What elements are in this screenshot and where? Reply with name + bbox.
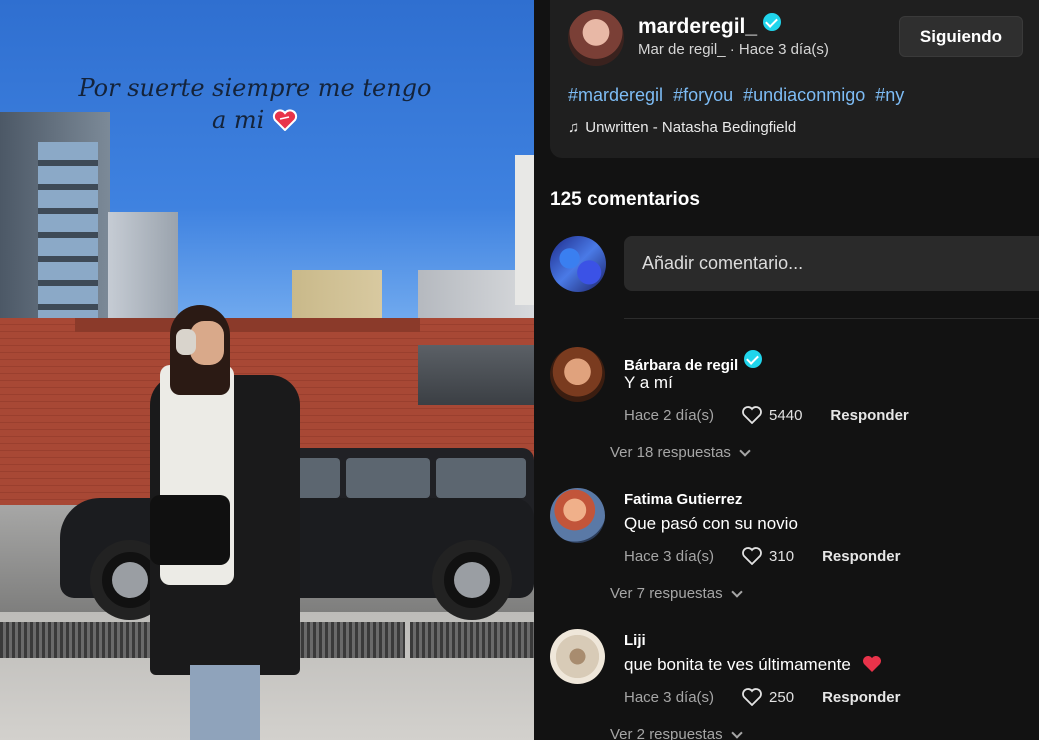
commenter-username[interactable]: Bárbara de regil [624, 350, 763, 374]
heart-outline-icon [742, 406, 762, 424]
following-button[interactable]: Siguiendo [899, 16, 1023, 57]
video-player[interactable]: Por suerte siempre me tengo a mi [0, 0, 534, 740]
like-button[interactable]: 250 [742, 688, 794, 706]
commenter-avatar[interactable] [550, 488, 605, 543]
author-subline: Mar de regil_ · Hace 3 día(s) [638, 41, 829, 58]
hashtag-link[interactable]: #ny [875, 85, 904, 105]
comment-text: Y a mí [624, 373, 673, 392]
view-replies-button[interactable]: Ver 7 respuestas [610, 585, 743, 602]
verified-badge-icon [763, 13, 782, 31]
side-panel: marderegil_ Mar de regil_ · Hace 3 día(s… [534, 0, 1039, 740]
music-note-icon: ♫ [568, 119, 580, 136]
music-link[interactable]: ♫ Unwritten - Natasha Bedingfield [568, 119, 796, 136]
view-replies-button[interactable]: Ver 18 respuestas [610, 444, 751, 461]
video-caption: Por suerte siempre me tengo a mi [78, 74, 432, 134]
commenter-avatar[interactable] [550, 347, 605, 402]
like-count: 310 [769, 547, 795, 565]
heart-outline-icon [742, 547, 762, 565]
divider [624, 318, 1039, 319]
comment-time: Hace 3 día(s) [624, 688, 715, 706]
post-info-card: marderegil_ Mar de regil_ · Hace 3 día(s… [550, 0, 1039, 158]
hashtag-link[interactable]: #foryou [673, 85, 733, 105]
chevron-down-icon [730, 585, 743, 598]
reply-button[interactable]: Responder [822, 689, 900, 706]
comment-text: Que pasó con su novio [624, 514, 798, 533]
hashtag-link[interactable]: #marderegil [568, 85, 663, 105]
headphones [176, 329, 196, 355]
chevron-down-icon [730, 726, 743, 739]
reply-button[interactable]: Responder [822, 548, 900, 565]
comment-text: que bonita te ves últimamente [624, 655, 882, 675]
heart-outline-icon [742, 688, 762, 706]
building-tower [515, 155, 534, 305]
hashtag-link[interactable]: #undiaconmigo [743, 85, 865, 105]
comment-meta: Hace 3 día(s) 310 Responder [624, 545, 900, 567]
like-count: 5440 [769, 406, 803, 424]
comment-item: Fatima Gutierrez Que pasó con su novio H… [550, 488, 1039, 618]
comment-time: Hace 2 día(s) [624, 406, 715, 424]
author-avatar[interactable] [568, 10, 624, 66]
comment-meta: Hace 3 día(s) 250 Responder [624, 686, 900, 708]
view-replies-button[interactable]: Ver 2 respuestas [610, 726, 743, 740]
reply-button[interactable]: Responder [830, 407, 908, 424]
elevated-bridge [418, 345, 534, 405]
comment-item: Bárbara de regil Y a mí Hace 2 día(s) 54… [550, 347, 1039, 477]
commenter-avatar[interactable] [550, 629, 605, 684]
current-user-avatar[interactable] [550, 236, 606, 292]
add-comment-input[interactable]: Añadir comentario... [624, 236, 1039, 291]
commenter-username[interactable]: Fatima Gutierrez [624, 491, 742, 508]
commenter-username[interactable]: Liji [624, 632, 646, 649]
comment-time: Hace 3 día(s) [624, 547, 715, 565]
red-heart-icon [862, 656, 881, 672]
comment-item: Liji que bonita te ves últimamente Hace … [550, 629, 1039, 740]
comments-count: 125 comentarios [550, 189, 700, 210]
woman-standing [150, 305, 300, 740]
handbag [150, 495, 230, 565]
hashtag-list: #marderegil #foryou #undiaconmigo #ny [568, 85, 909, 106]
comment-meta: Hace 2 día(s) 5440 Responder [624, 404, 909, 426]
like-button[interactable]: 310 [742, 547, 794, 565]
verified-badge-icon [744, 350, 763, 368]
heart-emoji-icon [272, 107, 298, 132]
tiktok-post-view: Por suerte siempre me tengo a mi mardere… [0, 0, 1039, 740]
building-middle [292, 270, 382, 322]
author-username[interactable]: marderegil_ [638, 13, 782, 39]
like-button[interactable]: 5440 [742, 406, 802, 424]
like-count: 250 [769, 688, 795, 706]
chevron-down-icon [739, 444, 751, 457]
